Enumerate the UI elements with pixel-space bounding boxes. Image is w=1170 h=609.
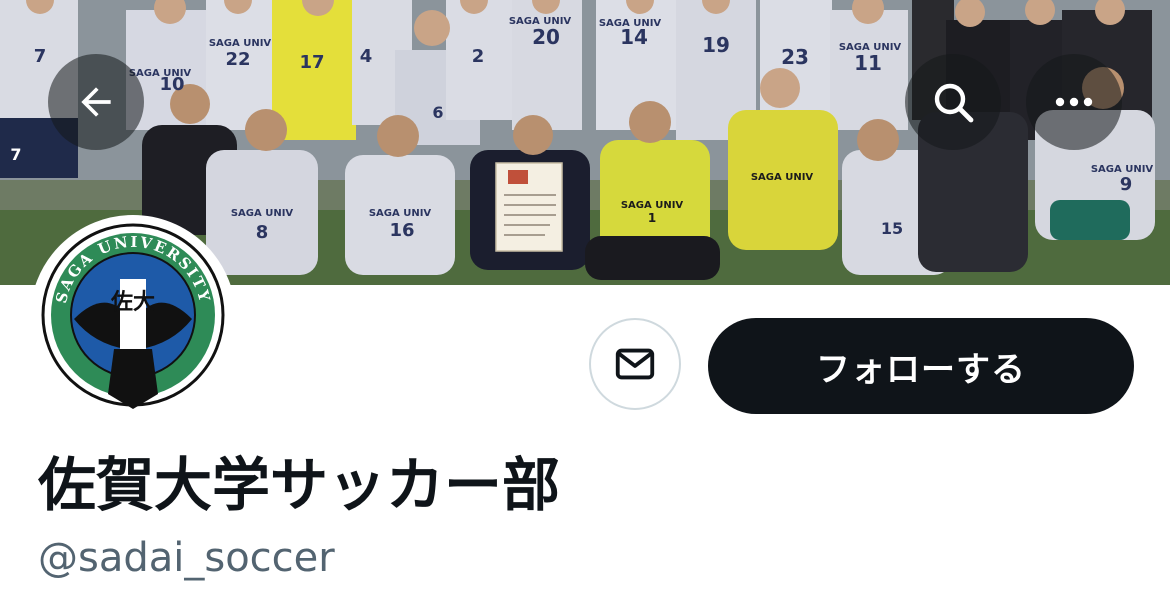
svg-text:19: 19: [702, 33, 730, 57]
svg-text:SAGA UNIV: SAGA UNIV: [621, 200, 684, 211]
svg-text:11: 11: [854, 51, 882, 75]
svg-text:17: 17: [299, 52, 324, 73]
profile-avatar[interactable]: SAGA UNIVERSITY 佐大: [30, 215, 236, 421]
svg-text:6: 6: [432, 103, 443, 122]
back-button[interactable]: [48, 54, 144, 150]
profile-page: 7 10 22 17 4 6 2 20 14 19 23 11 7 8 16 1…: [0, 0, 1170, 609]
svg-text:SAGA UNIV: SAGA UNIV: [369, 208, 432, 219]
svg-text:7: 7: [10, 145, 21, 164]
svg-text:SAGA UNIV: SAGA UNIV: [839, 42, 902, 53]
svg-text:9: 9: [1120, 174, 1133, 195]
svg-text:SAGA UNIV: SAGA UNIV: [751, 172, 814, 183]
svg-text:4: 4: [360, 46, 373, 67]
svg-text:2: 2: [472, 46, 485, 67]
svg-text:15: 15: [881, 219, 903, 238]
svg-text:佐大: 佐大: [110, 289, 155, 315]
svg-text:22: 22: [225, 49, 250, 70]
svg-text:23: 23: [781, 45, 809, 69]
certificate: [495, 162, 563, 252]
svg-text:SAGA UNIV: SAGA UNIV: [1091, 164, 1154, 175]
svg-text:SAGA UNIV: SAGA UNIV: [129, 68, 192, 79]
username-handle: @sadai_soccer: [38, 535, 335, 581]
svg-text:SAGA UNIV: SAGA UNIV: [509, 16, 572, 27]
svg-text:SAGA UNIV: SAGA UNIV: [599, 18, 662, 29]
display-name: 佐賀大学サッカー部: [38, 451, 561, 519]
arrow-left-icon: [81, 87, 111, 117]
svg-text:16: 16: [389, 220, 414, 241]
follow-button[interactable]: フォローする: [708, 318, 1134, 414]
svg-text:8: 8: [256, 222, 269, 243]
svg-text:SAGA UNIV: SAGA UNIV: [209, 38, 272, 49]
mail-icon: [615, 348, 655, 380]
svg-text:7: 7: [34, 46, 47, 67]
search-icon: [934, 83, 974, 123]
svg-text:SAGA UNIV: SAGA UNIV: [231, 208, 294, 219]
svg-text:1: 1: [648, 211, 656, 225]
search-button[interactable]: [905, 54, 1001, 150]
svg-text:20: 20: [532, 25, 560, 49]
more-button[interactable]: [1026, 54, 1122, 150]
saga-university-logo: SAGA UNIVERSITY 佐大: [39, 221, 227, 409]
more-horizontal-icon: [1055, 97, 1093, 107]
message-button[interactable]: [589, 318, 681, 410]
